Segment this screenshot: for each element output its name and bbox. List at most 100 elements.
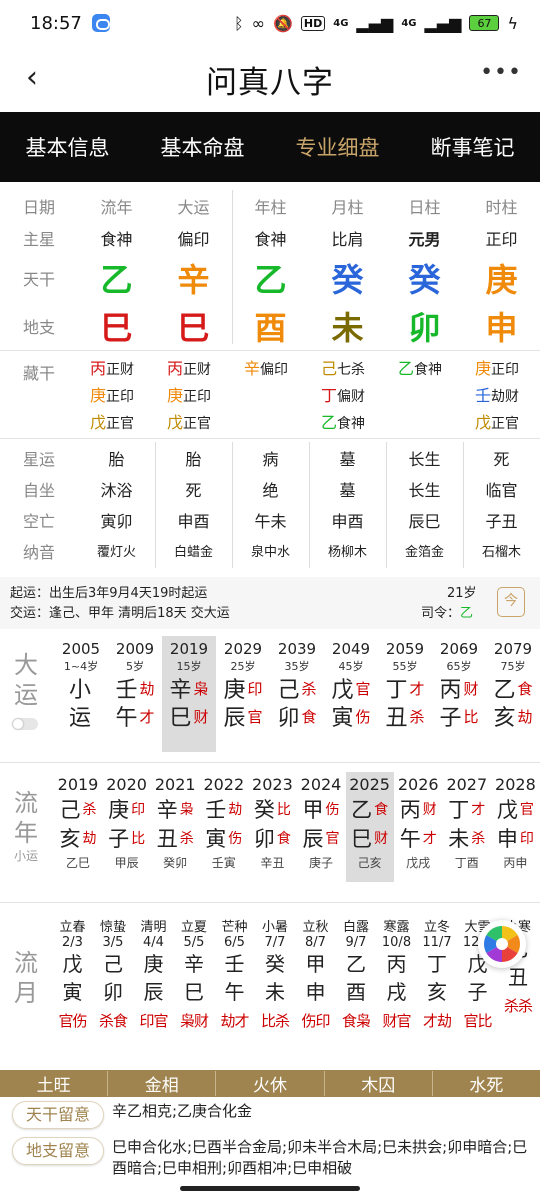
top-bar: ‹ 问真八字 •••	[0, 46, 540, 112]
dayun-column[interactable]: 2009 5岁壬劫午才	[108, 636, 162, 752]
liunian-zhi: 亥	[59, 826, 81, 851]
wuxing-item: 水死	[469, 1076, 504, 1096]
side-char: 年	[14, 819, 38, 847]
canggan-gan: 庚	[167, 386, 184, 405]
dayun-year: 2059	[385, 640, 425, 658]
liunian-zhi: 子	[108, 826, 130, 851]
liunian-zhi: 未	[448, 826, 470, 851]
dayun-zhi-shishen: 劫	[517, 707, 533, 726]
tab-basic-info[interactable]: 基本信息	[0, 132, 135, 162]
col-head: 大运	[177, 198, 210, 217]
dayun-column[interactable]: 2049 45岁戊官寅伤	[324, 636, 378, 752]
liunian-column[interactable]: 2027 丁才未杀丁酉	[443, 772, 491, 882]
cell: 病	[262, 449, 279, 469]
liuyue-zhi: 辰	[143, 980, 164, 1004]
side-char: 流	[14, 789, 38, 817]
dayun-column[interactable]: 2069 65岁丙财子比	[432, 636, 486, 752]
liunian-column[interactable]: 2026 丙财午才戊戌	[394, 772, 442, 882]
cell: 临官	[485, 480, 518, 500]
liunian-gan-row: 庚印	[103, 794, 151, 823]
today-calendar-button[interactable]: 今	[497, 587, 525, 617]
canggan-item: 壬劫财	[475, 383, 540, 410]
dayun-column[interactable]: 2059 55岁丁才丑杀	[378, 636, 432, 752]
dayun-column[interactable]: 2005 1~4岁小运	[54, 636, 108, 752]
liuyue-column[interactable]: 立秋 8/7 甲申伤印	[295, 912, 336, 1031]
canggan-shishen: 正印	[183, 389, 212, 405]
liunian-column[interactable]: 2028 戊官申印丙申	[491, 772, 539, 882]
dayun-zhi-shishen: 官	[247, 707, 263, 726]
cell: 金箔金	[404, 545, 444, 560]
jieqi-date: 9/7	[345, 935, 367, 950]
dayun-zhi: 寅	[331, 706, 354, 731]
canggan-gan: 庚	[475, 359, 492, 378]
liuyue-column[interactable]: 小暑 7/7 癸未比杀	[255, 912, 296, 1031]
dayun-column[interactable]: 2029 25岁庚印辰官	[216, 636, 270, 752]
jieqi-date: 2/3	[62, 935, 83, 950]
liunian-column[interactable]: 2025 乙食巳财己亥	[345, 772, 394, 882]
status-time: 18:57	[30, 12, 82, 34]
liuyue-column[interactable]: 白露 9/7 乙酉食枭	[336, 912, 377, 1031]
liuyue-shishen: 官比	[463, 1012, 492, 1030]
canggan-item: 丁偏财	[321, 383, 386, 410]
canggan-item: 乙食神	[321, 410, 386, 437]
canggan-item: 庚正印	[475, 356, 540, 383]
liuyue-column[interactable]: 立春 2/3 戊寅官伤	[52, 912, 93, 1031]
liuyue-shishen: 劫才	[220, 1012, 249, 1030]
liuyue-zhi: 巳	[184, 980, 204, 1004]
dayun-gan-shishen: 枭	[193, 679, 209, 698]
liuyue-gan: 癸	[265, 952, 285, 976]
liunian-column[interactable]: 2019 己杀亥劫乙巳	[54, 772, 102, 882]
liunian-column[interactable]: 2021 辛枭丑杀癸卯	[151, 772, 199, 882]
more-menu-icon[interactable]: •••	[480, 60, 522, 85]
back-arrow-icon[interactable]: ‹	[14, 60, 50, 96]
cell: 石榴木	[481, 545, 521, 560]
liunian-column[interactable]: 2022 壬劫寅伤壬寅	[200, 772, 248, 882]
dayun-column[interactable]: 2039 35岁己杀卯食	[270, 636, 324, 752]
liuyue-column[interactable]: 寒露 10/8 丙戌财官	[376, 912, 417, 1031]
canggan-item: 丙正财	[90, 356, 155, 383]
jieqi-name: 白露	[342, 920, 369, 935]
liuyue-column[interactable]: 清明 4/4 庚辰印官	[133, 912, 174, 1031]
canggan-gan: 乙	[398, 359, 415, 378]
signal-bars-icon-1: ▂▄▆	[356, 13, 394, 33]
liuyue-zhi: 戌	[386, 980, 407, 1004]
color-wheel-fab-icon[interactable]	[478, 920, 526, 968]
canggan-shishen: 正印	[491, 362, 520, 378]
tiangan-char: 癸	[331, 261, 364, 299]
liuyue-column[interactable]: 立冬 11/7 丁亥才劫	[417, 912, 458, 1031]
liunian-year: 2020	[106, 775, 147, 794]
liunian-gan-row: 乙食	[346, 794, 394, 823]
liunian-column[interactable]: 2023 癸比卯食辛丑	[248, 772, 296, 882]
liunian-column[interactable]: 2020 庚印子比甲辰	[103, 772, 151, 882]
liuyue-column[interactable]: 惊蛰 3/5 己卯杀食	[93, 912, 134, 1031]
canggan-gan: 辛	[244, 359, 261, 378]
tab-pro-chart[interactable]: 专业细盘	[270, 132, 405, 162]
dayun-zhi-shishen: 比	[463, 707, 479, 726]
dizhi-notice-tag[interactable]: 地支留意	[12, 1137, 104, 1165]
tiangan-notice-tag[interactable]: 天干留意	[12, 1101, 104, 1129]
dayun-year: 2049	[331, 640, 371, 658]
dayun-zhi: 午	[115, 706, 138, 731]
jiaoyun-line: 交运：逢己、甲年 清明后18天 交大运	[10, 606, 230, 621]
tab-basic-chart[interactable]: 基本命盘	[135, 132, 270, 162]
jieqi-date: 3/5	[102, 935, 124, 950]
liunian-zhi: 辰	[302, 826, 324, 851]
liunian-column[interactable]: 2024 甲伤辰官庚子	[297, 772, 345, 882]
xiaoyun-ganzhi: 丁酉	[454, 856, 479, 870]
liunian-zhi: 午	[399, 826, 421, 851]
dayun-year: 2005	[61, 640, 101, 658]
liuyue-column[interactable]: 立夏 5/5 辛巳枭财	[174, 912, 215, 1031]
xiaoyun-toggle[interactable]	[12, 718, 38, 730]
jieqi-name: 立冬	[423, 920, 450, 935]
canggan-shishen: 劫财	[491, 389, 520, 405]
dayun-column[interactable]: 2019 15岁辛枭巳财	[162, 636, 216, 752]
liunian-gan-row: 辛枭	[151, 794, 199, 823]
liuyue-column[interactable]: 芒种 6/5 壬午劫才	[214, 912, 255, 1031]
jieqi-date: 11/7	[422, 935, 452, 950]
dayun-column[interactable]: 2079 75岁乙食亥劫	[486, 636, 540, 752]
tab-notes[interactable]: 断事笔记	[405, 132, 540, 162]
liunian-zhi-row: 辰官	[297, 823, 345, 852]
liunian-year: 2024	[300, 775, 342, 794]
liunian-zhi-row: 寅伤	[200, 823, 248, 852]
dayun-gan-shishen: 官	[355, 679, 371, 698]
